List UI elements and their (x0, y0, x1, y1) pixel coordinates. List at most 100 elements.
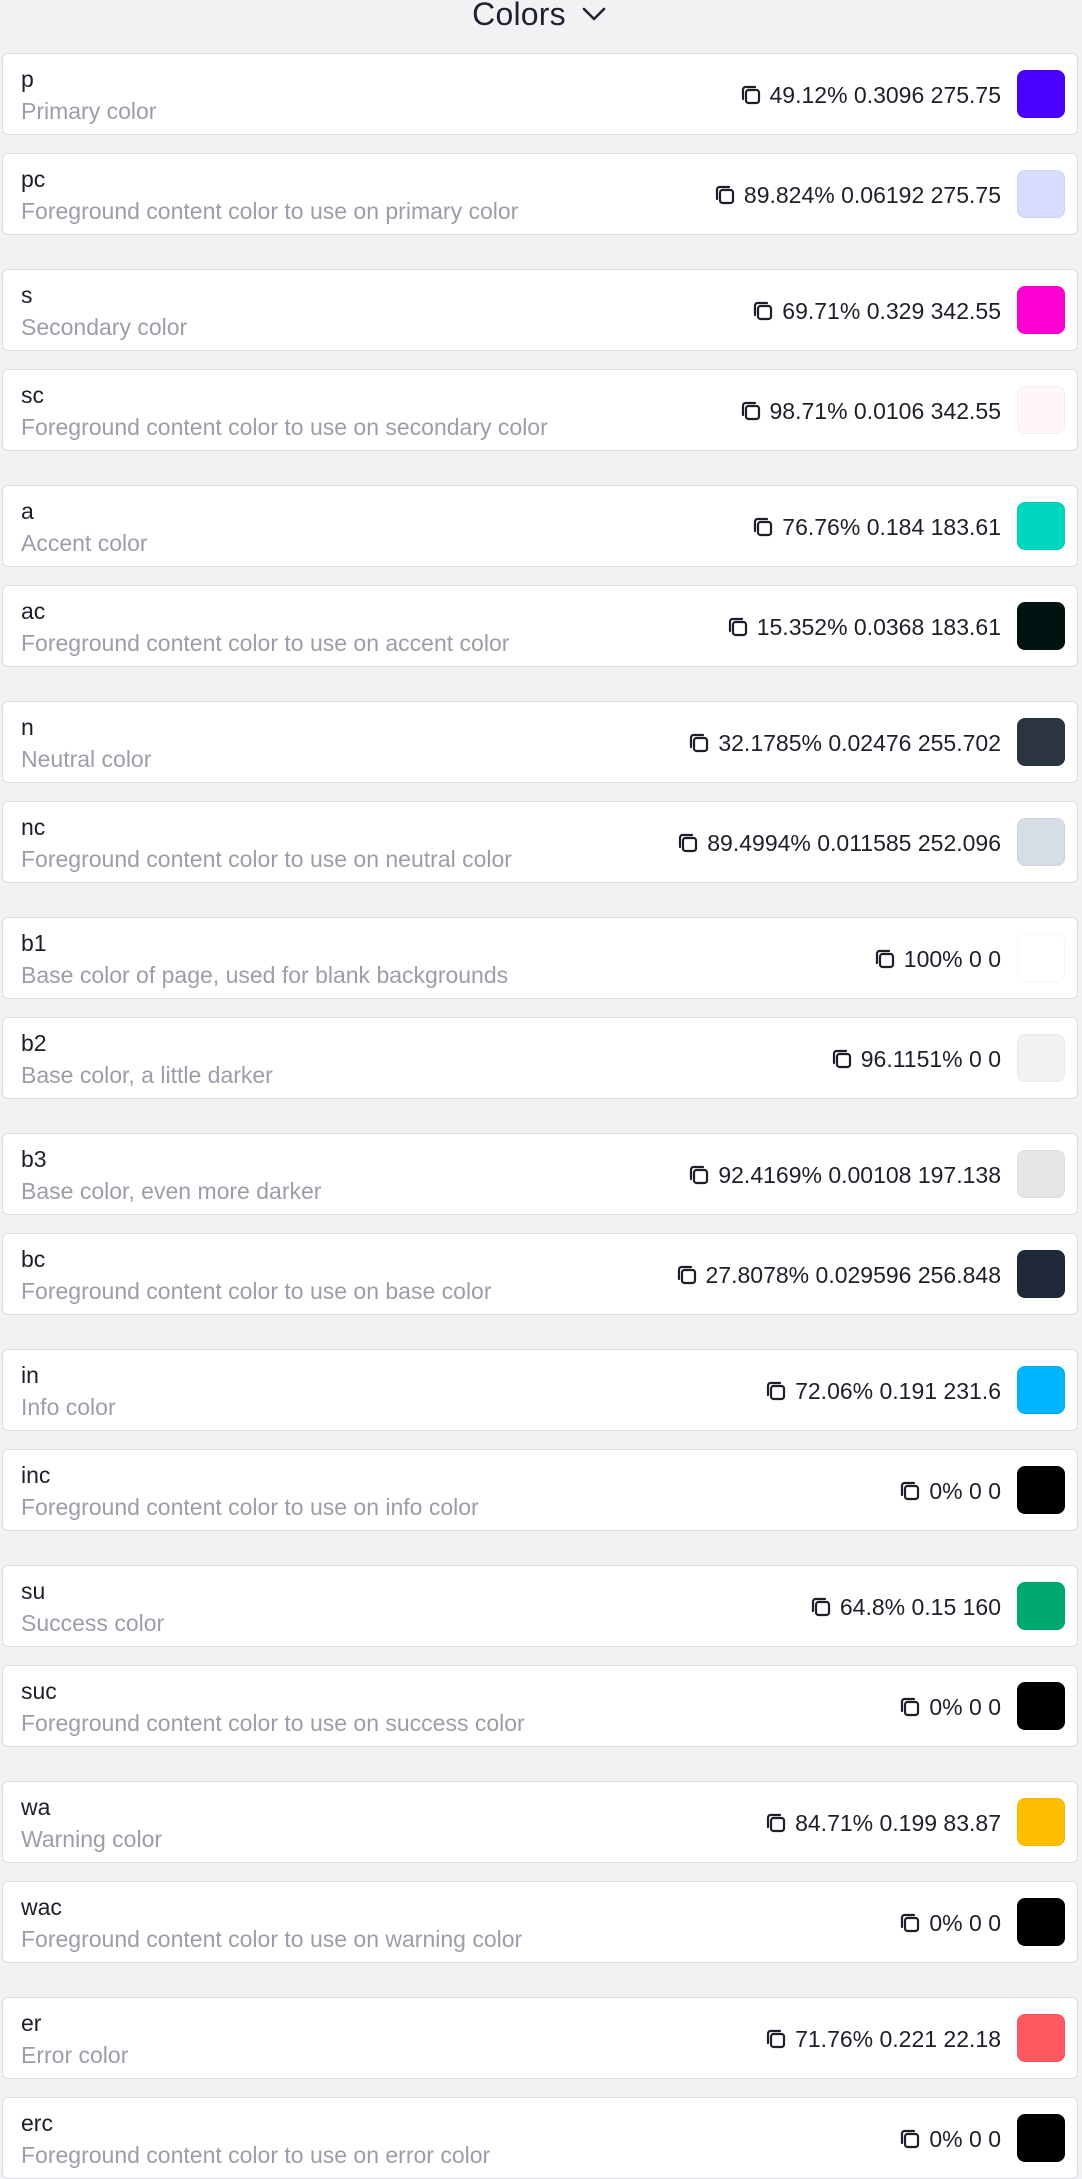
color-description: Info color (21, 1394, 116, 1420)
copy-value-button[interactable]: 71.76% 0.221 22.18 (763, 2024, 1001, 2054)
copy-icon[interactable] (675, 830, 701, 856)
color-swatch (1017, 1366, 1065, 1414)
color-name: nc (21, 814, 46, 840)
copy-value-button[interactable]: 100% 0 0 (872, 944, 1001, 974)
color-swatch (1017, 1466, 1065, 1514)
color-card-wac: wac Foreground content color to use on wa… (2, 1881, 1078, 1963)
copy-icon[interactable] (829, 1046, 855, 1072)
color-name: b1 (21, 930, 47, 956)
color-card-b3: b3 Base color, even more darker 92.4169% 0… (2, 1133, 1078, 1215)
color-description: Foreground content color to use on prima… (21, 198, 519, 224)
color-value: 76.76% 0.184 183.61 (782, 514, 1001, 540)
color-card-inc: inc Foreground content color to use on in… (2, 1449, 1078, 1531)
copy-icon[interactable] (750, 298, 776, 324)
color-name: a (21, 498, 34, 524)
color-description: Foreground content color to use on secon… (21, 414, 548, 440)
colors-header[interactable]: Colors (0, 0, 1082, 32)
color-name: n (21, 714, 34, 740)
copy-value-button[interactable]: 89.4994% 0.011585 252.096 (675, 828, 1001, 858)
copy-value-button[interactable]: 96.1151% 0 0 (829, 1044, 1001, 1074)
copy-icon[interactable] (897, 1478, 923, 1504)
copy-value-button[interactable]: 0% 0 0 (897, 1908, 1001, 1938)
copy-value-button[interactable]: 69.71% 0.329 342.55 (750, 296, 1001, 326)
copy-value-button[interactable]: 98.71% 0.0106 342.55 (738, 396, 1001, 426)
color-description: Foreground content color to use on base … (21, 1278, 492, 1304)
color-swatch (1017, 170, 1065, 218)
page-title: Colors (472, 0, 566, 32)
color-swatch (1017, 1898, 1065, 1946)
color-description: Base color of page, used for blank backg… (21, 962, 509, 988)
copy-icon[interactable] (686, 1162, 712, 1188)
copy-value-button[interactable]: 0% 0 0 (897, 2124, 1001, 2154)
color-name: suc (21, 1678, 57, 1704)
color-description: Foreground content color to use on succe… (21, 1710, 525, 1736)
color-swatch (1017, 1798, 1065, 1846)
color-name: sc (21, 382, 44, 408)
color-value: 92.4169% 0.00108 197.138 (718, 1162, 1001, 1188)
color-name: wa (21, 1794, 51, 1820)
color-card-n: n Neutral color 32.1785% 0.02476 255.702 (2, 701, 1078, 783)
color-card-p: p Primary color 49.12% 0.3096 275.75 (2, 53, 1078, 135)
color-value: 0% 0 0 (929, 1910, 1001, 1936)
copy-value-button[interactable]: 49.12% 0.3096 275.75 (738, 80, 1001, 110)
color-card-b2: b2 Base color, a little darker 96.1151% 0 … (2, 1017, 1078, 1099)
color-card-nc: nc Foreground content color to use on neu… (2, 801, 1078, 883)
color-card-sc: sc Foreground content color to use on sec… (2, 369, 1078, 451)
color-swatch (1017, 386, 1065, 434)
color-swatch (1017, 70, 1065, 118)
color-swatch (1017, 818, 1065, 866)
color-swatch (1017, 2114, 1065, 2162)
copy-icon[interactable] (763, 1378, 789, 1404)
copy-icon[interactable] (763, 1810, 789, 1836)
color-name: b2 (21, 1030, 47, 1056)
color-value: 100% 0 0 (903, 946, 1001, 972)
copy-icon[interactable] (750, 514, 776, 540)
color-value: 64.8% 0.15 160 (839, 1594, 1001, 1620)
copy-icon[interactable] (897, 1910, 923, 1936)
copy-value-button[interactable]: 89.824% 0.06192 275.75 (712, 180, 1001, 210)
copy-value-button[interactable]: 0% 0 0 (897, 1476, 1001, 1506)
copy-icon[interactable] (725, 614, 751, 640)
chevron-down-icon[interactable] (578, 0, 610, 30)
color-card-er: er Error color 71.76% 0.221 22.18 (2, 1997, 1078, 2079)
color-card-ac: ac Foreground content color to use on acc… (2, 585, 1078, 667)
color-description: Foreground content color to use on info … (21, 1494, 479, 1520)
copy-value-button[interactable]: 84.71% 0.199 83.87 (763, 1808, 1001, 1838)
color-card-wa: wa Warning color 84.71% 0.199 83.87 (2, 1781, 1078, 1863)
color-card-a: a Accent color 76.76% 0.184 183.61 (2, 485, 1078, 567)
copy-icon[interactable] (712, 182, 738, 208)
copy-value-button[interactable]: 64.8% 0.15 160 (808, 1592, 1001, 1622)
color-card-su: su Success color 64.8% 0.15 160 (2, 1565, 1078, 1647)
copy-icon[interactable] (897, 1694, 923, 1720)
copy-value-button[interactable]: 92.4169% 0.00108 197.138 (686, 1160, 1001, 1190)
copy-value-button[interactable]: 32.1785% 0.02476 255.702 (686, 728, 1001, 758)
color-value: 89.4994% 0.011585 252.096 (707, 830, 1001, 856)
color-swatch (1017, 718, 1065, 766)
color-name: erc (21, 2110, 53, 2136)
copy-icon[interactable] (808, 1594, 834, 1620)
copy-value-button[interactable]: 72.06% 0.191 231.6 (763, 1376, 1001, 1406)
color-description: Accent color (21, 530, 148, 556)
copy-value-button[interactable]: 27.8078% 0.029596 256.848 (674, 1260, 1001, 1290)
color-value: 72.06% 0.191 231.6 (795, 1378, 1001, 1404)
color-value: 96.1151% 0 0 (860, 1046, 1001, 1072)
copy-icon[interactable] (897, 2126, 923, 2152)
color-value: 69.71% 0.329 342.55 (782, 298, 1001, 324)
copy-icon[interactable] (738, 82, 764, 108)
copy-icon[interactable] (738, 398, 764, 424)
copy-value-button[interactable]: 15.352% 0.0368 183.61 (725, 612, 1001, 642)
copy-icon[interactable] (686, 730, 712, 756)
copy-icon[interactable] (872, 946, 898, 972)
copy-value-button[interactable]: 0% 0 0 (897, 1692, 1001, 1722)
color-name: ac (21, 598, 46, 624)
copy-icon[interactable] (763, 2026, 789, 2052)
copy-icon[interactable] (674, 1262, 700, 1288)
color-swatch (1017, 934, 1065, 982)
color-value: 98.71% 0.0106 342.55 (769, 398, 1001, 424)
color-value: 32.1785% 0.02476 255.702 (718, 730, 1001, 756)
color-value: 89.824% 0.06192 275.75 (743, 182, 1001, 208)
color-value: 0% 0 0 (929, 1694, 1001, 1720)
copy-value-button[interactable]: 76.76% 0.184 183.61 (750, 512, 1001, 542)
color-swatch (1017, 1150, 1065, 1198)
color-swatch (1017, 1582, 1065, 1630)
